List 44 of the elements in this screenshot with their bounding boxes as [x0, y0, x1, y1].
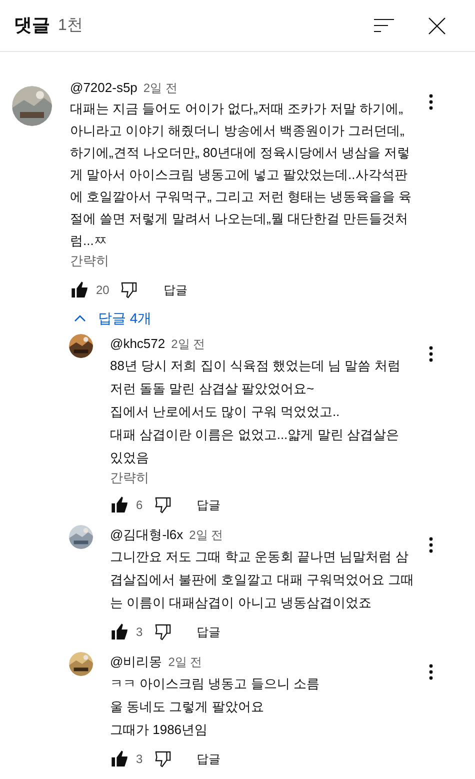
timestamp[interactable]: 2일 전: [189, 525, 224, 545]
reply-button[interactable]: 답글: [196, 623, 221, 641]
like-count: 3: [136, 624, 143, 641]
thumbs-up-icon[interactable]: [110, 749, 130, 769]
thumbs-up-icon[interactable]: [110, 622, 130, 642]
like-count: 6: [136, 497, 143, 514]
panel-title: 댓글: [14, 14, 50, 37]
comment-text: ㅋㅋ 아이스크림 냉동고 들으니 소름 울 동네도 그렇게 팔았어요 그때가 1986년임: [110, 675, 320, 739]
like-count: 3: [136, 751, 143, 768]
more-options-icon[interactable]: [429, 537, 433, 553]
more-options-icon[interactable]: [429, 346, 433, 362]
username[interactable]: @비리몽: [110, 652, 162, 672]
thumbs-down-icon[interactable]: [152, 749, 173, 769]
thumbs-down-icon[interactable]: [152, 622, 173, 642]
username[interactable]: @khc572: [110, 334, 166, 354]
reply-button[interactable]: 답글: [196, 750, 221, 768]
sort-icon[interactable]: [374, 18, 394, 34]
avatar[interactable]: [69, 334, 93, 358]
close-icon[interactable]: [428, 16, 446, 34]
comment-text: 대패는 지금 들어도 어이가 없다„저때 조카가 저말 하기에„ 아니라고 이야기 해줬더니 방송에서 백종원이가 그러던데„ 하기에„견적 나오더만„ 80년대에 정육시당에서 냉삼을 저렇 게 말아서 아이스크림 냉동고에 넣고 팔았었는데..사각석판 에 호일깔아서 구워먹구„ 그리고 저런 형태는 냉동육을을 육 절에 쓸면 저렇게 말려서 나오는데„뭘 대단한걸 만든들것처 럼...ㅉ: [70, 100, 412, 250]
reply-button[interactable]: 답글: [163, 281, 188, 299]
comment-count: 1천: [58, 16, 83, 36]
more-options-icon[interactable]: [429, 664, 433, 680]
avatar[interactable]: [12, 86, 52, 126]
avatar[interactable]: [69, 525, 93, 549]
like-count: 20: [96, 282, 110, 299]
timestamp[interactable]: 2일 전: [143, 78, 178, 98]
username[interactable]: @김대형-l6x: [110, 525, 184, 545]
thumbs-up-icon[interactable]: [110, 495, 130, 515]
thumbs-up-icon[interactable]: [70, 280, 90, 300]
chevron-up-icon: [74, 314, 86, 322]
replies-toggle[interactable]: 답글 4개: [70, 306, 156, 330]
avatar[interactable]: [69, 652, 93, 676]
timestamp[interactable]: 2일 전: [168, 652, 202, 672]
show-less-link[interactable]: 간략히: [110, 469, 149, 487]
thumbs-down-icon[interactable]: [152, 495, 173, 515]
username[interactable]: @7202-s5p: [70, 78, 138, 98]
comment-text: 88년 당시 저희 집이 식육점 했었는데 님 말씀 처럼 저런 돌돌 말린 삼겹살 팔았었어요~ 집에서 난로에서도 많이 구워 먹었었고.. 대패 삼겹이란 이름은 없었고...얇게 말린 삼겹살은 있었음: [110, 357, 400, 467]
more-options-icon[interactable]: [429, 94, 433, 110]
thumbs-down-icon[interactable]: [119, 280, 140, 300]
show-less-link[interactable]: 간략히: [70, 252, 109, 270]
reply-button[interactable]: 답글: [196, 496, 221, 514]
comment-text: 그니깐요 저도 그때 학교 운동회 끝나면 님말처럼 삼 겹살집에서 불판에 호일깔고 대패 구워먹었어요 그때 는 이름이 대패삼겹이 아니고 냉동삼겹이었죠: [110, 548, 414, 612]
timestamp[interactable]: 2일 전: [171, 334, 206, 354]
